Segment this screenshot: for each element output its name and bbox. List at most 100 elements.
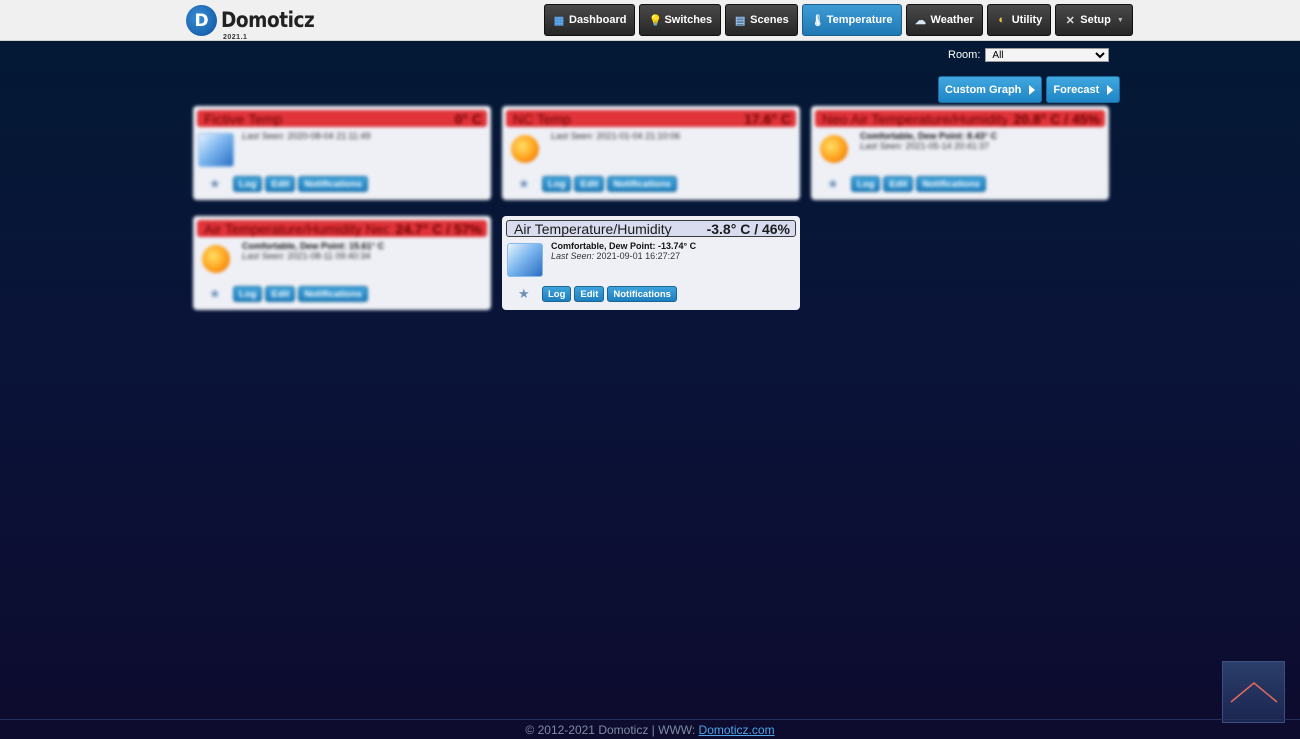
- sun-icon[interactable]: [511, 135, 539, 163]
- footer: © 2012-2021 Domoticz | WWW: Domoticz.com: [0, 719, 1300, 739]
- nav-temperature[interactable]: 🌡 Temperature: [801, 4, 902, 36]
- device-value: 0° C: [454, 110, 482, 127]
- log-button[interactable]: Log: [542, 176, 572, 192]
- favorite-star-icon[interactable]: ★: [518, 176, 536, 192]
- graph-buttons: Custom Graph Forecast: [938, 76, 1121, 103]
- dashboard-icon: ▦: [553, 14, 565, 27]
- chevron-up-icon: [1230, 682, 1278, 703]
- favorite-star-icon[interactable]: ★: [209, 286, 227, 302]
- device-value: 17.6° C: [744, 110, 791, 127]
- notifications-button[interactable]: Notifications: [607, 286, 677, 302]
- device-name: Neo Air Temperature/Humidity: [822, 110, 1008, 127]
- nav-dashboard-label: Dashboard: [569, 14, 627, 26]
- nav-weather[interactable]: ☁ Weather: [905, 4, 983, 36]
- nav-utility-label: Utility: [1011, 14, 1043, 26]
- device-card[interactable]: Air Temperature/Humidity Neo 24.7° C / 5…: [193, 216, 491, 310]
- favorite-star-icon[interactable]: ★: [209, 176, 227, 192]
- last-seen-label: Last Seen:: [551, 131, 595, 141]
- card-header: Air Temperature/Humidity Neo 24.7° C / 5…: [197, 220, 487, 237]
- notifications-button[interactable]: Notifications: [607, 176, 677, 192]
- thermometer-icon: 🌡: [810, 14, 825, 27]
- card-header: Fictive Temp 0° C: [197, 110, 487, 127]
- forecast-label: Forecast: [1053, 83, 1100, 96]
- notifications-button[interactable]: Notifications: [916, 176, 986, 192]
- room-filter: Room: All: [948, 48, 1110, 62]
- room-select[interactable]: All: [985, 48, 1110, 62]
- favorite-star-icon[interactable]: ★: [518, 286, 536, 302]
- device-value: 24.7° C / 57%: [395, 220, 482, 237]
- nav-utility[interactable]: ◐ Utility: [986, 4, 1052, 36]
- last-seen-value: 2021-09-01 16:27:27: [596, 251, 681, 261]
- nav-dashboard[interactable]: ▦ Dashboard: [544, 4, 636, 36]
- nav-switches[interactable]: 💡 Switches: [639, 4, 722, 36]
- edit-button[interactable]: Edit: [265, 176, 296, 192]
- edit-button[interactable]: Edit: [574, 286, 605, 302]
- last-seen-value: 2021-01-04 21:10:06: [596, 131, 681, 141]
- edit-button[interactable]: Edit: [574, 176, 605, 192]
- card-header: Air Temperature/Humidity -3.8° C / 46%: [506, 220, 796, 237]
- utility-icon: ◐: [998, 14, 1006, 26]
- last-seen-label: Last Seen:: [551, 251, 595, 261]
- back-to-top-button[interactable]: [1222, 661, 1285, 723]
- device-name: NC Temp: [513, 110, 572, 127]
- nav-switches-label: Switches: [664, 14, 713, 26]
- nav-scenes[interactable]: ▤ Scenes: [725, 4, 798, 36]
- log-button[interactable]: Log: [233, 176, 263, 192]
- card-header: Neo Air Temperature/Humidity 20.8° C / 4…: [815, 110, 1105, 127]
- lightbulb-icon: 💡: [648, 14, 663, 27]
- play-icon: [1029, 84, 1036, 95]
- play-icon: [1107, 84, 1114, 95]
- last-seen-value: 2020-08-04 21:11:49: [287, 131, 371, 141]
- device-value: 20.8° C / 45%: [1013, 110, 1100, 127]
- edit-button[interactable]: Edit: [883, 176, 914, 192]
- device-card[interactable]: NC Temp 17.6° C Last Seen: 2021-01-04 21…: [502, 106, 800, 200]
- chevron-down-icon: ▼: [1116, 16, 1124, 24]
- card-header: NC Temp 17.6° C: [506, 110, 796, 127]
- humidity-status: Comfortable, Dew Point: 15.61° C: [242, 241, 385, 251]
- custom-graph-button[interactable]: Custom Graph: [938, 76, 1043, 103]
- humidity-status: Comfortable, Dew Point: 8.43° C: [860, 131, 998, 141]
- room-label: Room:: [948, 49, 981, 61]
- ice-icon[interactable]: [198, 133, 234, 167]
- last-seen-value: 2021-05-14 20:41:37: [905, 141, 990, 151]
- last-seen-label: Last Seen:: [860, 141, 904, 151]
- device-card[interactable]: Neo Air Temperature/Humidity 20.8° C / 4…: [811, 106, 1109, 200]
- nav-temperature-label: Temperature: [826, 14, 893, 26]
- sun-icon[interactable]: [820, 135, 848, 163]
- nav-scenes-label: Scenes: [750, 14, 789, 26]
- log-button[interactable]: Log: [542, 286, 572, 302]
- notifications-button[interactable]: Notifications: [298, 176, 368, 192]
- nav-setup-label: Setup: [1080, 14, 1111, 26]
- top-bar: D Domoticz 2021.1 ▦ Dashboard 💡 Switches…: [0, 0, 1300, 41]
- nav-weather-label: Weather: [930, 14, 974, 26]
- log-button[interactable]: Log: [233, 286, 263, 302]
- notifications-button[interactable]: Notifications: [298, 286, 368, 302]
- scenes-icon: ▤: [734, 14, 746, 27]
- app-version: 2021.1: [223, 34, 248, 41]
- log-button[interactable]: Log: [851, 176, 881, 192]
- favorite-star-icon[interactable]: ★: [827, 176, 845, 192]
- edit-button[interactable]: Edit: [265, 286, 296, 302]
- domoticz-logo[interactable]: D Domoticz 2021.1: [186, 5, 327, 41]
- device-card[interactable]: Air Temperature/Humidity -3.8° C / 46% C…: [502, 216, 800, 310]
- humidity-status: Comfortable, Dew Point: -13.74° C: [551, 241, 697, 251]
- last-seen-label: Last Seen:: [242, 131, 286, 141]
- app-name: Domoticz: [221, 8, 315, 32]
- cloud-icon: ☁: [915, 14, 927, 27]
- footer-text: © 2012-2021 Domoticz | WWW:: [525, 723, 699, 737]
- device-name: Air Temperature/Humidity Neo: [204, 220, 390, 237]
- nav-setup[interactable]: ✕ Setup ▼: [1055, 4, 1133, 36]
- device-name: Fictive Temp: [204, 110, 283, 127]
- device-name: Air Temperature/Humidity: [514, 220, 672, 237]
- ice-icon[interactable]: [507, 243, 543, 277]
- last-seen-label: Last Seen:: [242, 251, 286, 261]
- logo-icon: D: [186, 5, 217, 36]
- sun-icon[interactable]: [202, 245, 230, 273]
- footer-link[interactable]: Domoticz.com: [699, 723, 775, 737]
- device-value: -3.8° C / 46%: [706, 220, 790, 237]
- custom-graph-label: Custom Graph: [945, 83, 1022, 96]
- last-seen-value: 2021-08-11 09:40:34: [287, 251, 371, 261]
- forecast-button[interactable]: Forecast: [1046, 76, 1121, 103]
- device-card[interactable]: Fictive Temp 0° C Last Seen: 2020-08-04 …: [193, 106, 491, 200]
- tools-icon: ✕: [1065, 14, 1075, 27]
